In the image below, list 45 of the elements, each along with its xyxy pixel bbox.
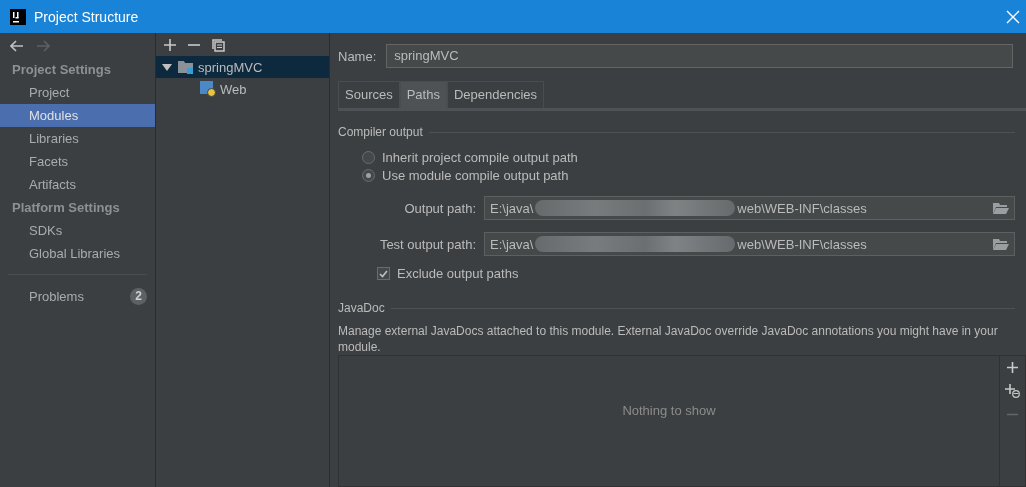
- description-text: Manage external JavaDocs attached to this module. External JavaDoc override JavaDoc annotations you might have in your module.: [338, 323, 999, 355]
- path-field[interactable]: E:\java\ web\WEB-INF\classes: [484, 232, 1015, 256]
- sidebar-item[interactable]: Artifacts: [0, 173, 155, 196]
- folder-icon[interactable]: [993, 202, 1009, 214]
- checkbox[interactable]: [377, 267, 390, 280]
- section-heading: Platform Settings: [11, 199, 121, 217]
- radio-button[interactable]: [362, 169, 375, 183]
- back-arrow-icon[interactable]: [10, 40, 24, 52]
- tab[interactable]: Paths: [399, 81, 447, 108]
- section-heading: Compiler output: [338, 125, 423, 139]
- section-heading: JavaDoc: [338, 301, 385, 315]
- count-badge: 2: [130, 287, 147, 305]
- radio-button[interactable]: [362, 150, 375, 164]
- add-icon[interactable]: [164, 39, 176, 51]
- folder-icon[interactable]: [993, 238, 1009, 250]
- add-icon[interactable]: [1007, 362, 1018, 373]
- radio-label[interactable]: Inherit project compile output path: [382, 149, 578, 165]
- app-logo-icon: [10, 8, 26, 25]
- field-label: Test output path:: [378, 236, 476, 252]
- close-icon[interactable]: [1006, 9, 1020, 24]
- window-title: Project Structure: [34, 8, 140, 25]
- sidebar-item[interactable]: Modules: [0, 104, 155, 127]
- sidebar-item[interactable]: Project: [0, 81, 155, 104]
- tree-item[interactable]: springMVC: [156, 56, 329, 78]
- sidebar-item[interactable]: SDKs: [0, 219, 155, 242]
- field-label: Output path:: [403, 200, 476, 216]
- section-heading: Project Settings: [11, 61, 112, 79]
- path-field[interactable]: E:\java\ web\WEB-INF\classes: [484, 196, 1015, 220]
- tab[interactable]: Dependencies: [446, 81, 545, 108]
- field-label: Name:: [338, 48, 377, 64]
- name-field[interactable]: springMVC: [386, 44, 1013, 68]
- sidebar-item[interactable]: Global Libraries: [0, 242, 155, 265]
- folder-icon: [178, 60, 194, 74]
- checkbox-label[interactable]: Exclude output paths: [397, 266, 519, 281]
- web-facet-icon: [200, 81, 216, 97]
- tab[interactable]: Sources: [338, 81, 400, 108]
- tree-item[interactable]: Web: [156, 78, 329, 100]
- radio-label[interactable]: Use module compile output path: [382, 168, 569, 184]
- sidebar-item[interactable]: Libraries: [0, 127, 155, 150]
- empty-message: Nothing to show: [622, 402, 716, 418]
- add-globe-icon[interactable]: [1005, 384, 1020, 398]
- expand-triangle-icon[interactable]: [162, 62, 172, 72]
- sidebar-item[interactable]: Facets: [0, 150, 155, 173]
- copy-icon[interactable]: [212, 38, 225, 52]
- sidebar-item[interactable]: Problems: [29, 288, 84, 304]
